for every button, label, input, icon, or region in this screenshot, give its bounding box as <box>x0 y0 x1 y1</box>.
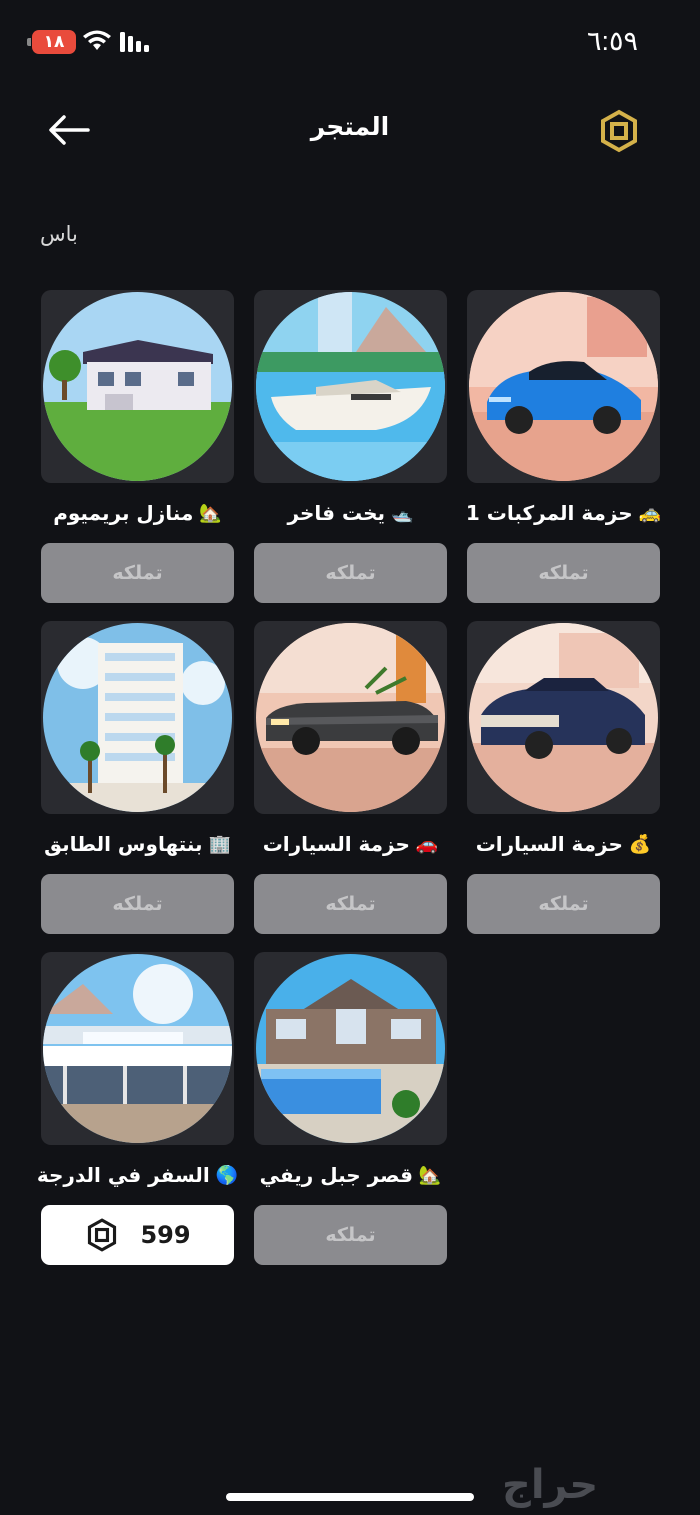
globe-icon: 🌎 <box>215 1164 239 1186</box>
mountain-mansion-image[interactable] <box>254 952 447 1145</box>
house-icon: 🏡 <box>199 502 222 524</box>
sports-car-image[interactable] <box>467 290 660 483</box>
own-button[interactable]: تملكه <box>41 543 234 603</box>
item-title-text: منازل بريميوم <box>53 501 194 525</box>
store-item: 🌎 السفر في الدرجة 599 <box>37 952 238 1265</box>
store-item: 🚕 حزمة المركبات 1 تملكه <box>465 290 662 603</box>
house-icon: 🏡 <box>418 1164 442 1186</box>
convertible-car-image[interactable] <box>254 621 447 814</box>
page-title: المتجر <box>310 112 390 141</box>
money-bag-icon: 💰 <box>628 833 652 855</box>
item-title: 🛥️ يخت فاخر <box>254 483 447 543</box>
own-button[interactable]: تملكه <box>41 874 234 934</box>
own-button[interactable]: تملكه <box>254 543 447 603</box>
own-button[interactable]: تملكه <box>467 874 660 934</box>
status-bar: ١٨ ٦:٥٩ <box>0 0 700 86</box>
item-title-text: حزمة المركبات 1 <box>465 501 633 525</box>
watermark-logo: حراج <box>502 1462 599 1508</box>
own-button[interactable]: تملكه <box>254 1205 447 1265</box>
item-title: 🏡 منازل بريميوم <box>41 483 234 543</box>
office-building-icon: 🏢 <box>208 833 231 855</box>
item-title-text: السفر في الدرجة <box>36 1163 210 1187</box>
item-title-text: بنتهاوس الطابق <box>44 832 203 856</box>
item-title: 🚕 حزمة المركبات 1 <box>465 483 662 543</box>
taxi-icon: 🚕 <box>638 502 662 524</box>
battery-level: ١٨ <box>43 32 65 52</box>
penthouse-tower-image[interactable] <box>41 621 234 814</box>
item-title: 🏢 بنتهاوس الطابق <box>41 814 234 874</box>
robux-icon <box>601 109 637 153</box>
store-grid: 🚕 حزمة المركبات 1 تملكه 🛥️ يخت فاخر تملك… <box>37 290 662 1265</box>
luxury-sedan-image[interactable] <box>467 621 660 814</box>
robux-icon <box>88 1218 117 1252</box>
own-button[interactable]: تملكه <box>467 543 660 603</box>
own-button[interactable]: تملكه <box>254 874 447 934</box>
section-label: باس <box>40 222 78 246</box>
item-title-text: حزمة السيارات <box>262 832 410 856</box>
item-title: 🏡 قصر جبل ريفي <box>254 1145 447 1205</box>
item-title: 🚗 حزمة السيارات <box>254 814 447 874</box>
status-time: ٦:٥٩ <box>586 26 638 56</box>
item-title: 🌎 السفر في الدرجة <box>37 1145 238 1205</box>
signal-icon <box>120 32 149 52</box>
buy-price-button[interactable]: 599 <box>41 1205 234 1265</box>
store-item: 🛥️ يخت فاخر تملكه <box>254 290 447 603</box>
item-title-text: قصر جبل ريفي <box>259 1163 413 1187</box>
wifi-icon <box>83 30 111 50</box>
item-title-text: حزمة السيارات <box>475 832 623 856</box>
car-icon: 🚗 <box>415 833 439 855</box>
store-item: 🏡 قصر جبل ريفي تملكه <box>254 952 447 1265</box>
robux-balance-button[interactable] <box>596 108 642 154</box>
yacht-image[interactable] <box>254 290 447 483</box>
header: المتجر <box>0 92 700 168</box>
store-item: 🏢 بنتهاوس الطابق تملكه <box>41 621 234 934</box>
item-title: 💰 حزمة السيارات <box>467 814 660 874</box>
airport-image[interactable] <box>41 952 234 1145</box>
store-item: 🚗 حزمة السيارات تملكه <box>254 621 447 934</box>
empty-slot <box>467 952 660 1265</box>
price-value: 599 <box>140 1221 191 1249</box>
store-item: 💰 حزمة السيارات تملكه <box>467 621 660 934</box>
premium-house-image[interactable] <box>41 290 234 483</box>
battery-indicator: ١٨ <box>27 30 76 54</box>
boat-icon: 🛥️ <box>391 502 414 524</box>
item-title-text: يخت فاخر <box>287 501 386 525</box>
store-item: 🏡 منازل بريميوم تملكه <box>41 290 234 603</box>
home-indicator[interactable] <box>226 1493 474 1501</box>
